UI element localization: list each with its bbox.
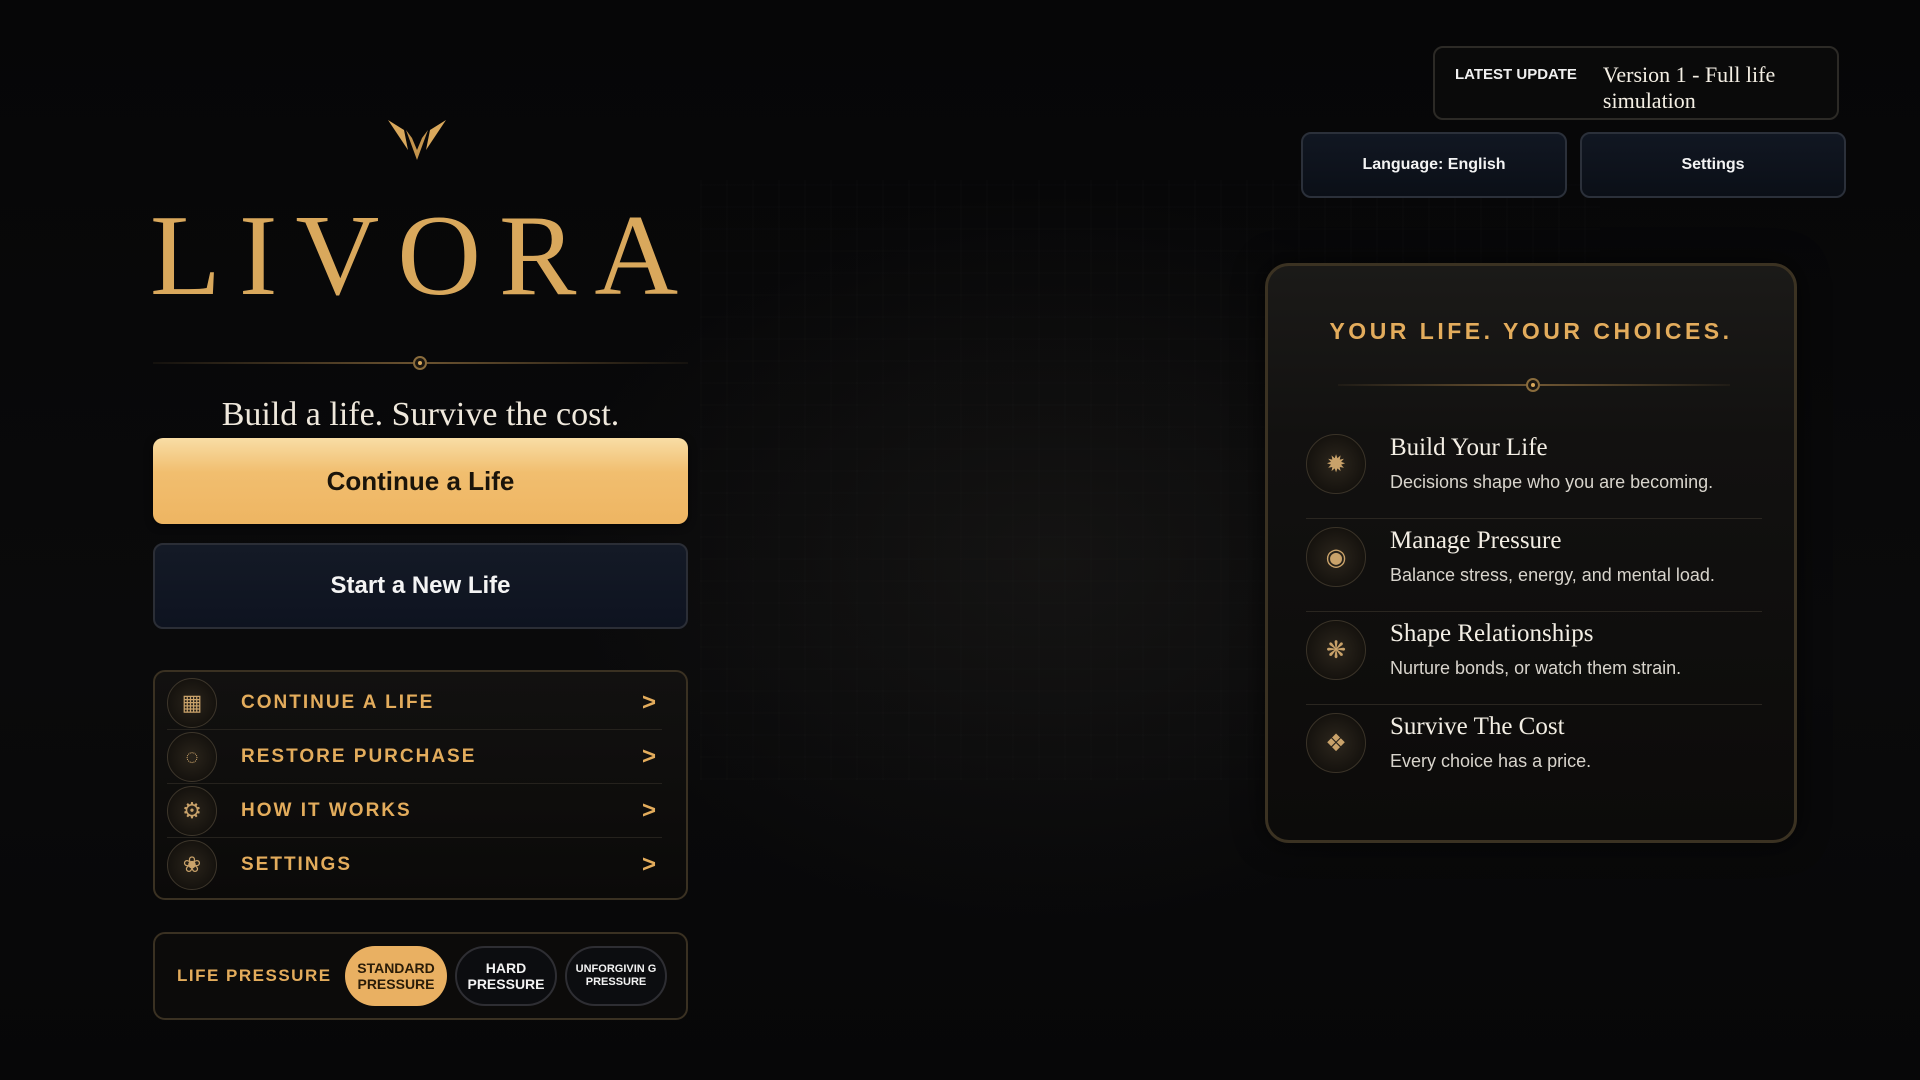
shield-icon: ❖ [1306,713,1366,773]
life-pressure-label: LIFE PRESSURE [177,966,332,985]
feature-description: Decisions shape who you are becoming. [1390,472,1714,492]
feature-description: Every choice has a price. [1390,751,1592,771]
chevron-right-icon: > [642,851,657,878]
feature-text: Manage Pressure Balance stress, energy, … [1390,527,1715,586]
feature-name: Shape Relationships [1390,620,1594,647]
livora-logo-icon [388,120,446,160]
feature-name: Survive The Cost [1390,713,1565,740]
continue-life-button[interactable]: Continue a Life [153,438,688,524]
latest-update-text: Version 1 - Full life simulation [1602,62,1776,113]
network-icon: ❋ [1306,620,1366,680]
gauge-icon: ◉ [1306,527,1366,587]
menu-item-label: SETTINGS [241,854,353,875]
menu-item-label: RESTORE PURCHASE [241,745,477,767]
brand-title: LIVORA [150,192,697,320]
map-icon: ▦ [167,677,217,728]
features-list: ✹ Build Your Life Decisions shape who yo… [1306,426,1762,798]
compass-icon: ✹ [1306,434,1366,494]
feature-description: Nurture bonds, or watch them strain. [1390,658,1682,678]
menu-item-label: HOW IT WORKS [241,799,412,821]
menu-item-how-it-works[interactable]: ⚙ HOW IT WORKS > [167,784,662,838]
main-menu: ▦ CONTINUE A LIFE > ◌ RESTORE PURCHASE >… [153,670,688,900]
start-new-life-button[interactable]: Start a New Life [153,543,688,629]
language-button[interactable]: Language: English [1301,132,1567,198]
menu-item-label: CONTINUE A LIFE [241,691,435,713]
latest-update-label: LATEST UPDATE [1455,66,1577,83]
menu-item-continue-life[interactable]: ▦ CONTINUE A LIFE > [167,676,662,730]
divider-ornament-icon [1526,378,1540,392]
chevron-right-icon: > [642,688,657,716]
chevron-right-icon: > [642,742,657,770]
settings-button[interactable]: Settings [1580,132,1846,198]
feature-text: Build Your Life Decisions shape who you … [1390,434,1713,493]
life-pressure-selector: LIFE PRESSURE STANDARD PRESSURE HARD PRE… [153,932,688,1020]
feature-description: Balance stress, energy, and mental load. [1390,565,1715,585]
feature-manage-pressure: ◉ Manage Pressure Balance stress, energy… [1306,519,1762,612]
feature-name: Manage Pressure [1390,527,1562,554]
feature-survive-the-cost: ❖ Survive The Cost Every choice has a pr… [1306,705,1762,798]
features-title: YOUR LIFE. YOUR CHOICES. [1329,318,1733,344]
gear-icon: ⚙ [167,785,217,836]
latest-update-box: LATEST UPDATE Version 1 - Full life simu… [1433,46,1839,120]
tagline: Build a life. Survive the cost. [221,396,620,433]
bulb-icon: ◌ [167,731,217,782]
divider-ornament-icon [413,356,427,370]
pressure-option-hard[interactable]: HARD PRESSURE [455,946,557,1006]
features-card: YOUR LIFE. YOUR CHOICES. ✹ Build Your Li… [1265,263,1797,843]
brain-icon: ❀ [167,840,217,890]
feature-name: Build Your Life [1390,434,1548,461]
feature-shape-relationships: ❋ Shape Relationships Nurture bonds, or … [1306,612,1762,705]
menu-item-settings[interactable]: ❀ SETTINGS > [167,838,662,892]
menu-item-restore-purchase[interactable]: ◌ RESTORE PURCHASE > [167,730,662,784]
feature-text: Shape Relationships Nurture bonds, or wa… [1390,620,1681,679]
chevron-right-icon: > [642,796,657,824]
feature-build-your-life: ✹ Build Your Life Decisions shape who yo… [1306,426,1762,519]
feature-text: Survive The Cost Every choice has a pric… [1390,713,1591,772]
pressure-option-standard[interactable]: STANDARD PRESSURE [345,946,447,1006]
pressure-option-unforgiving[interactable]: UNFORGIVIN G PRESSURE [565,946,667,1006]
